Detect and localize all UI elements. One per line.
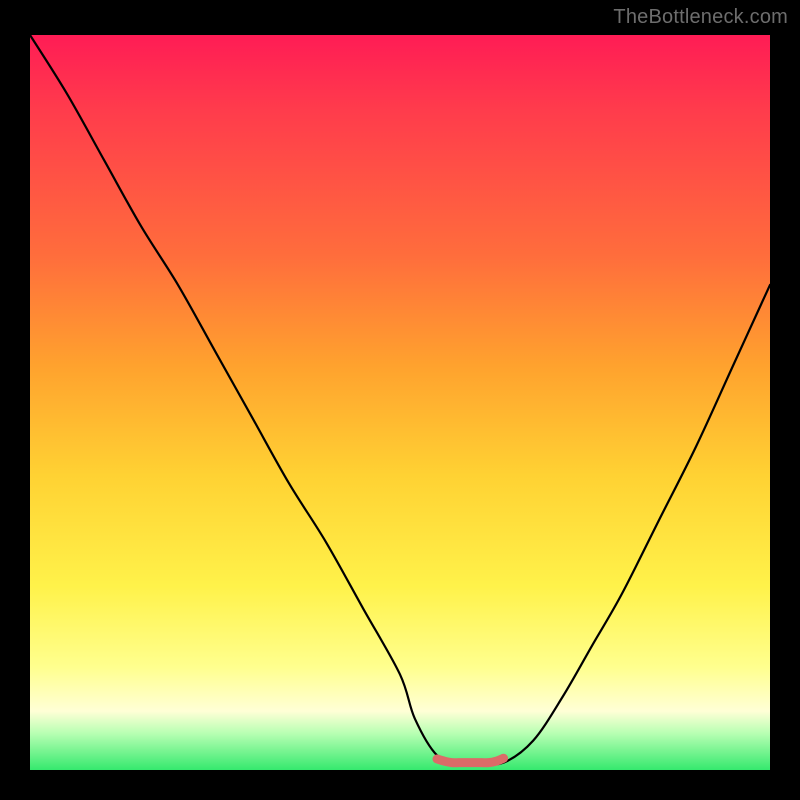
chart-frame: TheBottleneck.com — [0, 0, 800, 800]
plot-area — [30, 35, 770, 770]
optimal-segment-path — [437, 758, 504, 763]
attribution-label: TheBottleneck.com — [613, 6, 788, 29]
chart-svg — [30, 35, 770, 770]
bottleneck-curve-path — [30, 35, 770, 764]
